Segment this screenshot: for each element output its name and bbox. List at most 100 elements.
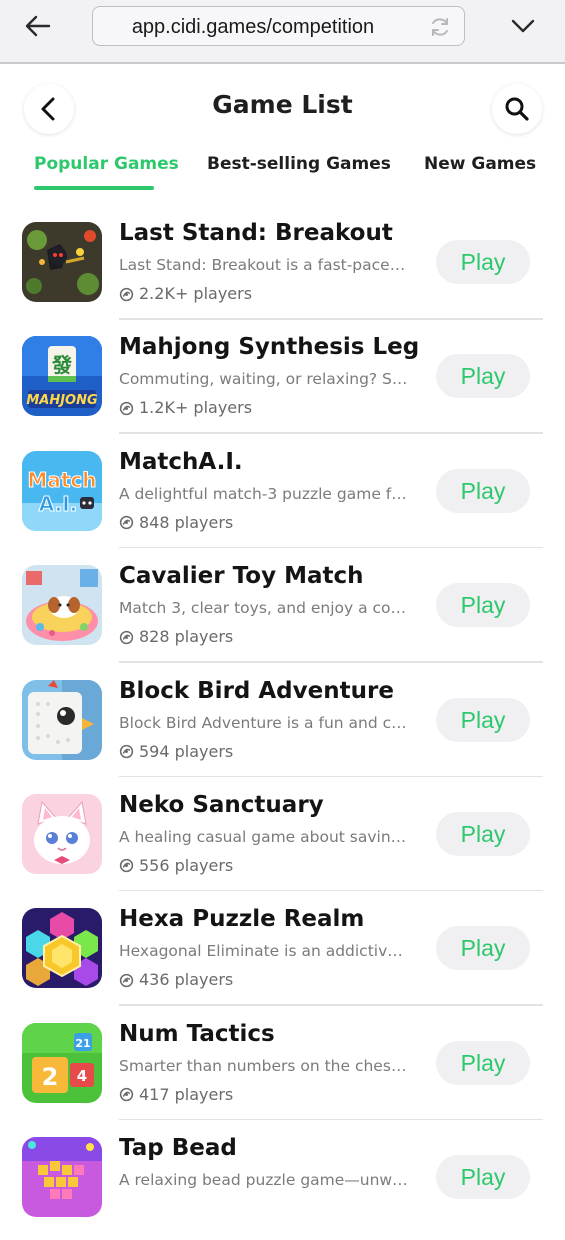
players-text: 436 players — [139, 970, 234, 990]
play-button[interactable]: Play — [436, 583, 530, 628]
play-button[interactable]: Play — [436, 468, 530, 513]
play-button[interactable]: Play — [436, 240, 530, 284]
browser-toolbar: app.cidi.games/competition — [0, 0, 565, 64]
game-description: Commuting, waiting, or relaxing? Se… — [119, 370, 411, 389]
svg-text:21: 21 — [75, 1037, 90, 1050]
arrow-left-icon — [25, 15, 51, 37]
play-button[interactable]: Play — [436, 1155, 530, 1200]
game-description: A healing casual game about saving … — [119, 827, 411, 846]
game-icon-num-tactics[interactable]: 2 4 21 — [22, 1022, 102, 1103]
tab-new-games[interactable]: New Games — [424, 150, 536, 190]
game-icon-matchai[interactable]: Match A.I. — [22, 450, 102, 531]
divider — [119, 318, 543, 320]
list-item[interactable]: Neko Sanctuary A healing casual game abo… — [0, 782, 565, 896]
divider — [119, 1004, 543, 1006]
svg-text:發: 發 — [51, 353, 72, 377]
player-count: 1.2K+ players — [119, 397, 252, 419]
browser-back-button[interactable] — [24, 12, 52, 40]
players-icon — [119, 630, 134, 644]
game-description: Block Bird Adventure is a fun and cas… — [119, 713, 411, 732]
play-button[interactable]: Play — [436, 811, 530, 856]
players-icon — [119, 1088, 134, 1102]
divider — [119, 546, 543, 549]
active-tab-indicator — [34, 186, 154, 190]
players-icon — [119, 859, 134, 873]
list-item[interactable]: Block Bird Adventure Block Bird Adventur… — [0, 668, 565, 782]
svg-text:2: 2 — [42, 1063, 59, 1091]
page-header: Game List — [0, 64, 565, 154]
list-item[interactable]: Last Stand: Breakout Last Stand: Breakou… — [0, 210, 565, 324]
play-button[interactable]: Play — [436, 926, 530, 971]
page-title: Game List — [212, 90, 353, 119]
list-item[interactable]: 發 MAHJONG Mahjong Synthesis Legend Commu… — [0, 324, 565, 438]
game-title: MatchA.I. — [119, 448, 243, 475]
list-item[interactable]: Cavalier Toy Match Match 3, clear toys, … — [0, 553, 565, 667]
tab-best-selling-games[interactable]: Best-selling Games — [207, 150, 391, 190]
address-bar[interactable]: app.cidi.games/competition — [92, 6, 465, 46]
play-button[interactable]: Play — [436, 1040, 530, 1085]
search-button[interactable] — [492, 84, 542, 134]
divider — [119, 661, 543, 663]
game-description: Smarter than numbers on the chess… — [119, 1056, 411, 1075]
game-title: Cavalier Toy Match — [119, 563, 364, 590]
player-count: 436 players — [119, 969, 233, 991]
players-text: 828 players — [139, 627, 234, 647]
player-count: 828 players — [119, 626, 233, 648]
game-description: Hexagonal Eliminate is an addictive … — [119, 942, 411, 961]
players-icon — [119, 287, 134, 301]
game-description: A delightful match-3 puzzle game fea… — [119, 484, 411, 503]
divider — [119, 775, 543, 778]
players-icon — [119, 973, 134, 988]
list-item[interactable]: 2 4 21 Num Tactics Smarter than numbers … — [0, 1011, 565, 1125]
players-text: 417 players — [139, 1084, 234, 1104]
players-text: 556 players — [139, 855, 234, 875]
divider — [119, 1118, 543, 1121]
game-description: A relaxing bead puzzle game—unwin… — [119, 1171, 411, 1190]
svg-text:Match: Match — [27, 468, 96, 492]
player-count: 417 players — [119, 1084, 233, 1106]
list-item[interactable]: Tap Bead A relaxing bead puzzle game—unw… — [0, 1125, 565, 1239]
game-icon-last-stand[interactable] — [22, 222, 102, 302]
svg-text:MAHJONG: MAHJONG — [26, 393, 98, 408]
game-icon-cavalier-toy-match[interactable] — [22, 565, 102, 646]
player-count: 594 players — [119, 741, 233, 763]
chevron-down-icon[interactable] — [510, 14, 536, 38]
game-title: Tap Bead — [119, 1135, 237, 1162]
game-title: Mahjong Synthesis Legend — [119, 334, 419, 361]
players-icon — [119, 516, 134, 530]
game-description: Last Stand: Breakout is a fast-paced r… — [119, 256, 411, 274]
players-text: 1.2K+ players — [139, 398, 253, 418]
game-title: Last Stand: Breakout — [119, 220, 393, 246]
play-button[interactable]: Play — [436, 354, 530, 399]
player-count: 848 players — [119, 512, 233, 534]
game-icon-mahjong[interactable]: 發 MAHJONG — [22, 336, 102, 417]
search-icon — [505, 97, 529, 121]
divider — [119, 889, 543, 892]
game-list: Last Stand: Breakout Last Stand: Breakou… — [0, 210, 565, 1240]
players-icon — [119, 744, 134, 759]
tab-popular-games[interactable]: Popular Games — [34, 150, 179, 190]
list-item[interactable]: Match A.I. MatchA.I. A delightful match-… — [0, 439, 565, 553]
url-text: app.cidi.games/competition — [131, 16, 375, 38]
game-icon-neko-sanctuary[interactable] — [22, 793, 102, 874]
game-title: Block Bird Adventure — [119, 677, 394, 704]
game-icon-tap-bead[interactable] — [22, 1137, 102, 1218]
refresh-icon[interactable] — [428, 15, 452, 39]
player-count: 556 players — [119, 855, 233, 877]
game-title: Num Tactics — [119, 1020, 275, 1047]
player-count: 2.2K+ players — [119, 283, 252, 305]
players-icon — [119, 401, 134, 416]
game-title: Hexa Puzzle Realm — [119, 906, 365, 933]
divider — [119, 432, 543, 434]
svg-text:4: 4 — [77, 1067, 87, 1085]
game-title: Neko Sanctuary — [119, 791, 324, 818]
game-icon-hexa-puzzle-realm[interactable] — [22, 908, 102, 989]
game-description: Match 3, clear toys, and enjoy a cozy … — [119, 599, 411, 618]
players-text: 2.2K+ players — [139, 284, 253, 303]
players-text: 848 players — [139, 512, 234, 532]
game-icon-block-bird-adventure[interactable] — [22, 679, 102, 760]
players-text: 594 players — [139, 741, 234, 761]
list-item[interactable]: Hexa Puzzle Realm Hexagonal Eliminate is… — [0, 896, 565, 1010]
svg-text:A.I.: A.I. — [39, 492, 78, 516]
play-button[interactable]: Play — [436, 697, 530, 742]
